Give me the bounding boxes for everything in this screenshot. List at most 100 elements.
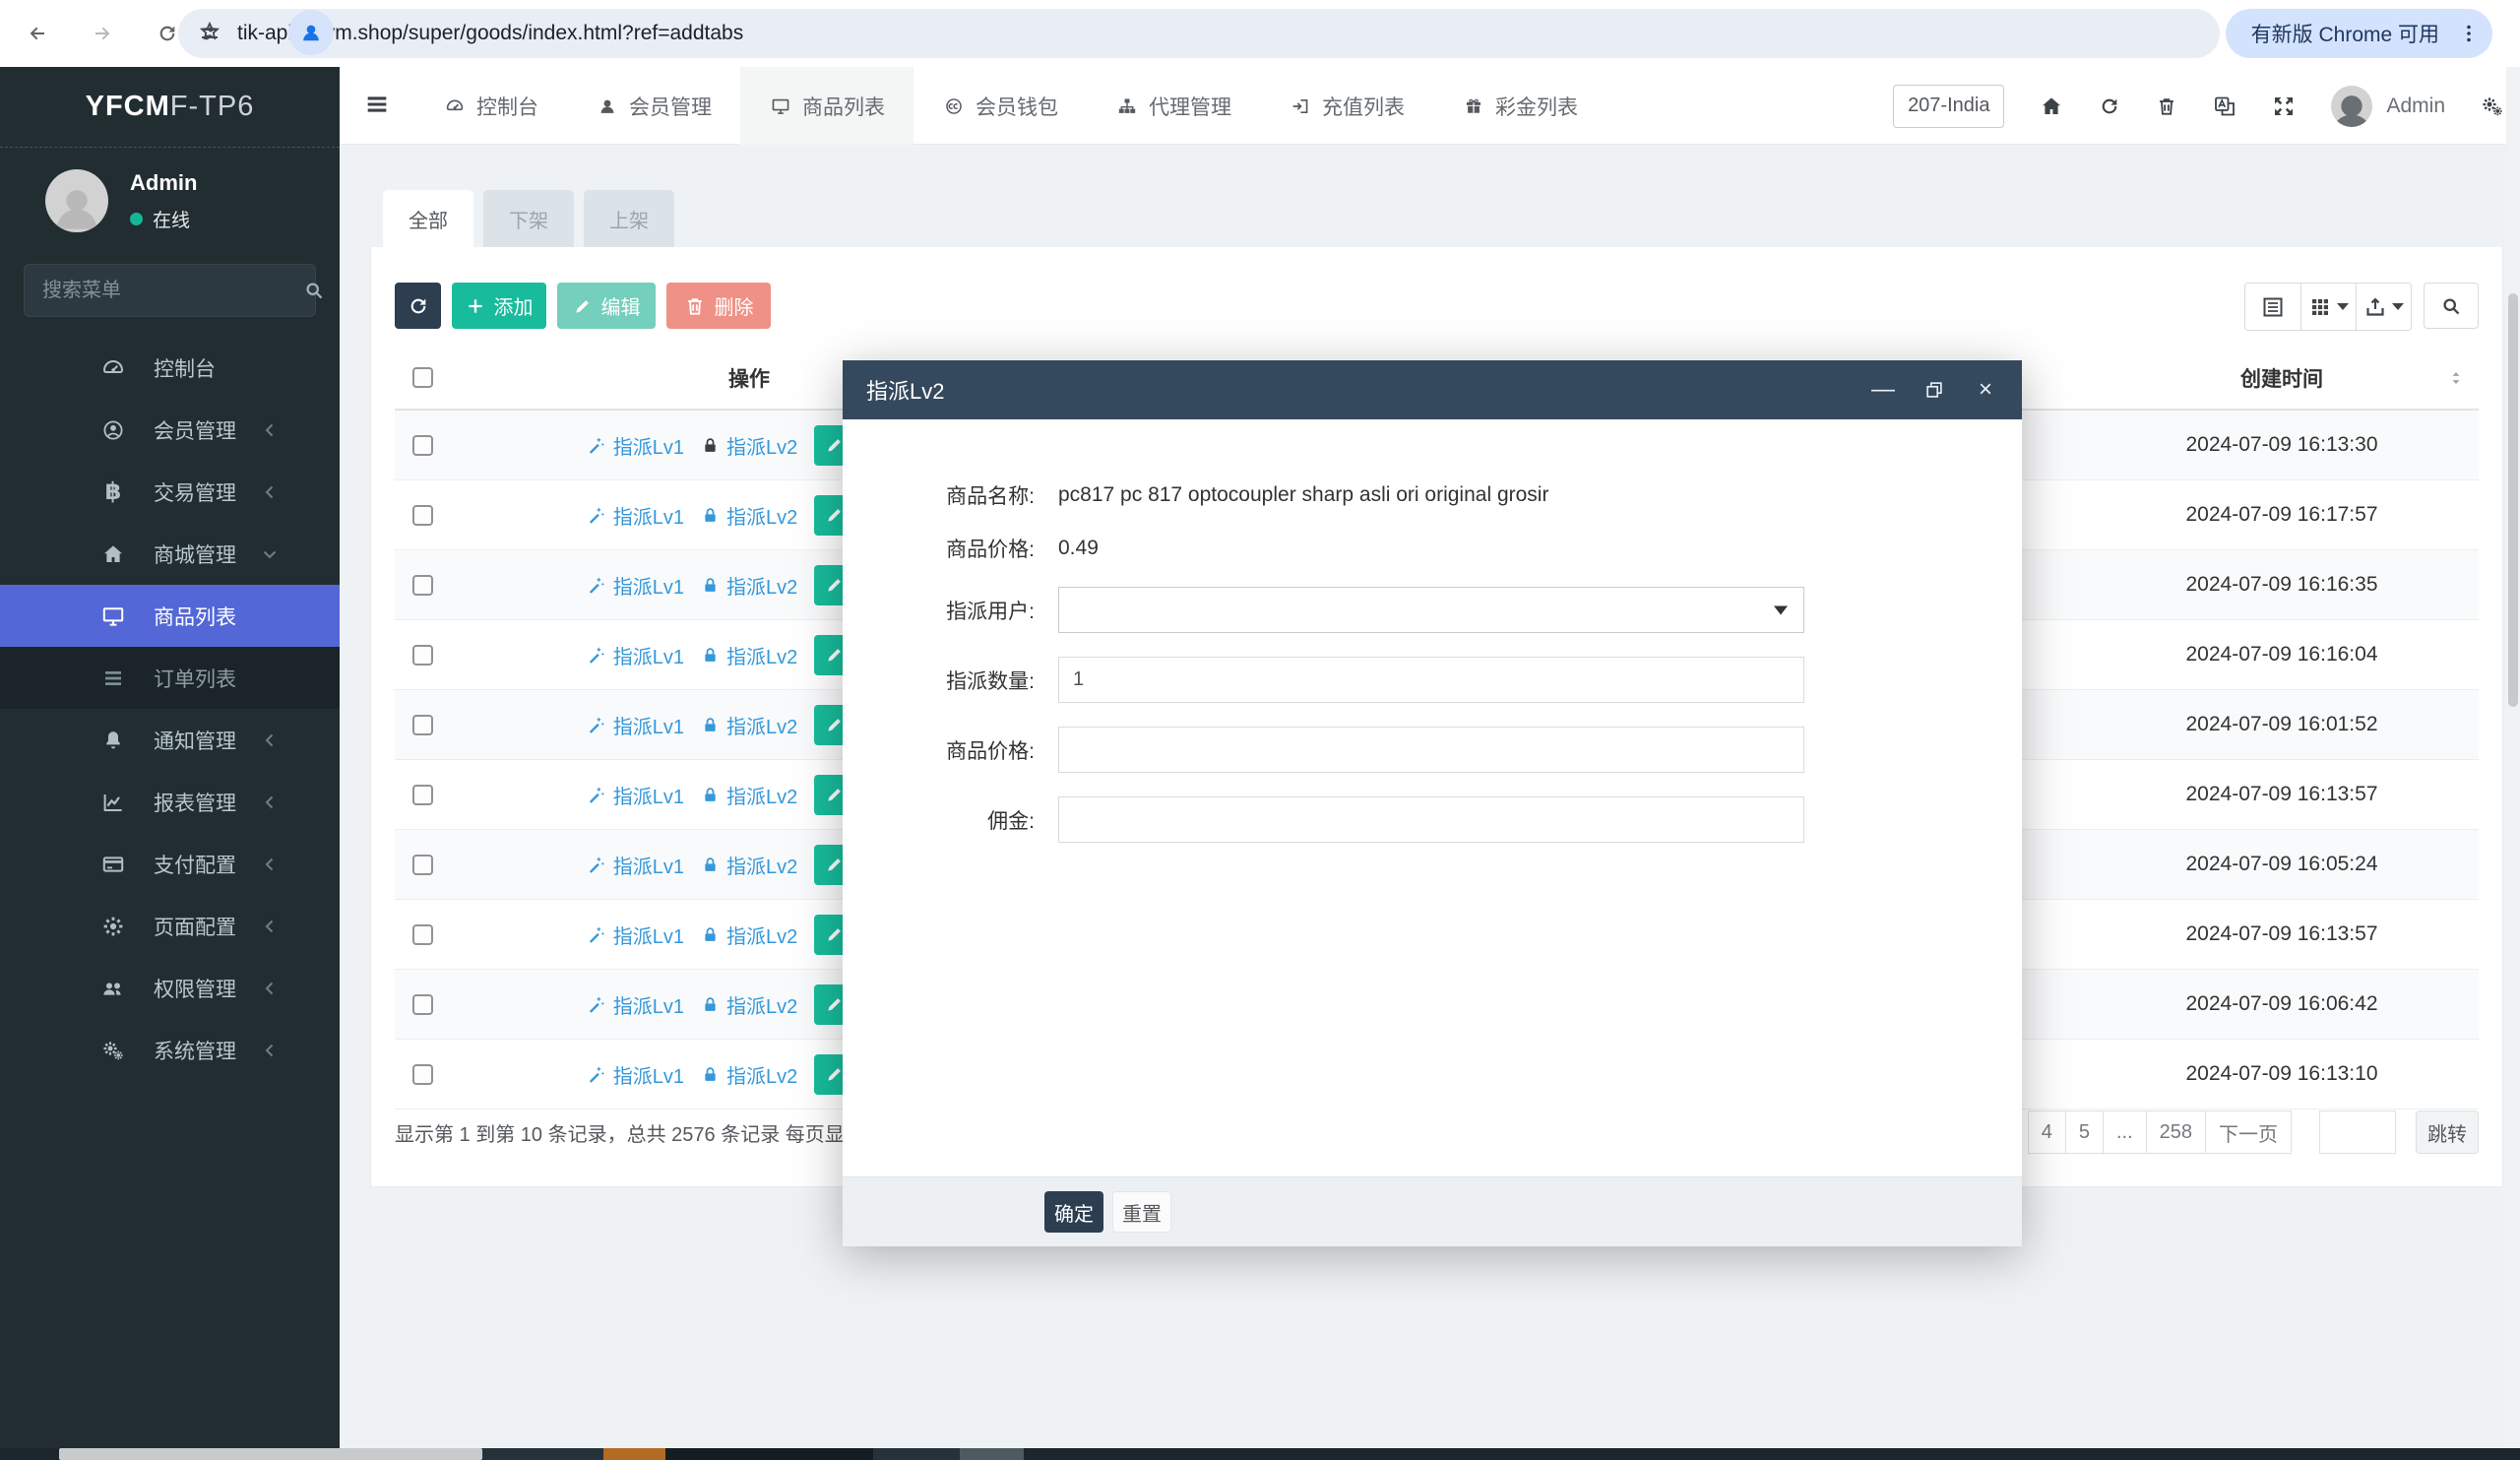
filter-tab-下架[interactable]: 下架 [483,190,574,247]
row-checkbox[interactable] [412,645,433,666]
chrome-update-button[interactable]: 有新版 Chrome 可用 [2226,9,2492,58]
select-all-checkbox[interactable] [412,367,433,388]
sidebar-item-权限管理[interactable]: 权限管理 [0,957,340,1019]
detail-view-button[interactable] [2245,284,2300,330]
nav-tab-充值列表[interactable]: 充值列表 [1260,67,1433,145]
nav-tab-商品列表[interactable]: 商品列表 [740,67,914,145]
modal-maximize-icon[interactable] [1922,377,1947,403]
sidebar-item-交易管理[interactable]: ฿交易管理 [0,461,340,523]
table-search-button[interactable] [2424,283,2479,329]
home-icon[interactable] [2040,95,2063,118]
sidebar-search-input[interactable] [42,280,303,302]
assign-lv1-link[interactable]: 指派Lv1 [587,711,684,739]
assign-lv2-link[interactable]: 指派Lv2 [701,431,797,460]
clear-cache-trash-icon[interactable] [2156,95,2177,117]
assign-lv2-link[interactable]: 指派Lv2 [701,571,797,600]
navbar-user-menu[interactable]: Admin [2331,86,2445,127]
vertical-scrollbar[interactable] [2506,67,2520,1448]
row-checkbox[interactable] [412,715,433,735]
sidebar-item-报表管理[interactable]: 报表管理 [0,771,340,833]
confirm-button[interactable]: 确定 [1044,1191,1103,1233]
field-input-3[interactable] [1058,657,1804,703]
sidebar-item-通知管理[interactable]: 通知管理 [0,709,340,771]
row-checkbox[interactable] [412,505,433,526]
search-icon[interactable] [303,280,325,301]
sort-icon[interactable] [2445,367,2467,389]
sidebar-item-商城管理[interactable]: 商城管理 [0,523,340,585]
assign-lv1-link[interactable]: 指派Lv1 [587,501,684,530]
row-checkbox[interactable] [412,575,433,596]
page-button-4[interactable]: 4 [2028,1111,2066,1154]
filter-tab-上架[interactable]: 上架 [584,190,674,247]
assign-lv1-link[interactable]: 指派Lv1 [587,431,684,460]
sidebar-item-页面配置[interactable]: 页面配置 [0,895,340,957]
assign-lv1-link[interactable]: 指派Lv1 [587,1060,684,1089]
modal-minimize-icon[interactable]: — [1870,377,1896,403]
browser-forward-icon[interactable] [83,14,122,53]
page-button-5[interactable]: 5 [2066,1111,2104,1154]
assign-lv1-link[interactable]: 指派Lv1 [587,781,684,809]
refresh-icon[interactable] [2099,95,2120,117]
modal-close-icon[interactable]: × [1973,377,1998,403]
assign-lv2-link[interactable]: 指派Lv2 [701,1060,797,1089]
sidebar-item-支付配置[interactable]: 支付配置 [0,833,340,895]
refresh-button[interactable] [395,283,441,329]
row-checkbox[interactable] [412,855,433,875]
page-jump-button[interactable]: 跳转 [2416,1111,2479,1154]
settings-gears-icon[interactable] [2481,95,2504,118]
row-checkbox[interactable] [412,924,433,945]
assign-lv2-link[interactable]: 指派Lv2 [701,781,797,809]
browser-profile-icon[interactable] [288,10,334,55]
sidebar-item-系统管理[interactable]: 系统管理 [0,1019,340,1081]
reset-button[interactable]: 重置 [1112,1191,1171,1233]
row-checkbox[interactable] [412,994,433,1015]
sidebar-toggle-icon[interactable] [363,91,391,118]
assign-lv2-link[interactable]: 指派Lv2 [701,641,797,669]
row-checkbox[interactable] [412,435,433,456]
h-scrollbar-thumb[interactable] [59,1448,482,1460]
sidebar-item-控制台[interactable]: 控制台 [0,337,340,399]
field-input-4[interactable] [1058,727,1804,773]
browser-back-icon[interactable] [18,14,57,53]
assign-lv2-link[interactable]: 指派Lv2 [701,711,797,739]
page-button-下一页[interactable]: 下一页 [2206,1111,2292,1154]
address-bar[interactable]: tik-api.hwym.shop/super/goods/index.html… [178,9,2220,58]
sidebar-item-商品列表[interactable]: 商品列表 [0,585,340,647]
assign-lv2-link[interactable]: 指派Lv2 [701,920,797,949]
fullscreen-icon[interactable] [2272,95,2296,118]
add-button[interactable]: 添加 [452,283,546,329]
nav-tab-会员管理[interactable]: 会员管理 [567,67,740,145]
assign-lv1-link[interactable]: 指派Lv1 [587,851,684,879]
sidebar-item-会员管理[interactable]: 会员管理 [0,399,340,461]
row-checkbox[interactable] [412,785,433,805]
assign-lv2-link[interactable]: 指派Lv2 [701,851,797,879]
row-checkbox[interactable] [412,1064,433,1085]
modal-header[interactable]: 指派Lv2 — × [843,360,2022,419]
region-select-button[interactable]: 207-India [1893,85,2004,128]
assign-lv1-link[interactable]: 指派Lv1 [587,920,684,949]
sidebar-item-订单列表[interactable]: 订单列表 [0,647,340,709]
v-scrollbar-thumb[interactable] [2508,293,2518,707]
assign-lv2-link[interactable]: 指派Lv2 [701,990,797,1019]
horizontal-scrollbar[interactable] [0,1448,2520,1460]
assign-lv1-link[interactable]: 指派Lv1 [587,641,684,669]
filter-tab-全部[interactable]: 全部 [383,190,473,247]
page-button-...[interactable]: ... [2104,1111,2147,1154]
translate-icon[interactable] [2213,95,2236,118]
delete-button[interactable]: 删除 [666,283,771,329]
columns-button[interactable] [2300,284,2356,330]
page-button-258[interactable]: 258 [2147,1111,2206,1154]
assign-user-select[interactable] [1058,587,1804,633]
bookmark-star-icon[interactable] [198,20,221,43]
sidebar-search[interactable] [24,264,316,317]
nav-tab-控制台[interactable]: 控制台 [414,67,567,145]
edit-button[interactable]: 编辑 [557,283,656,329]
export-button[interactable] [2356,284,2411,330]
assign-lv1-link[interactable]: 指派Lv1 [587,571,684,600]
nav-tab-代理管理[interactable]: 代理管理 [1087,67,1260,145]
browser-menu-icon[interactable] [2457,22,2481,45]
field-input-5[interactable] [1058,796,1804,843]
assign-lv2-link[interactable]: 指派Lv2 [701,501,797,530]
nav-tab-彩金列表[interactable]: 彩金列表 [1433,67,1606,145]
nav-tab-会员钱包[interactable]: 会员钱包 [914,67,1087,145]
